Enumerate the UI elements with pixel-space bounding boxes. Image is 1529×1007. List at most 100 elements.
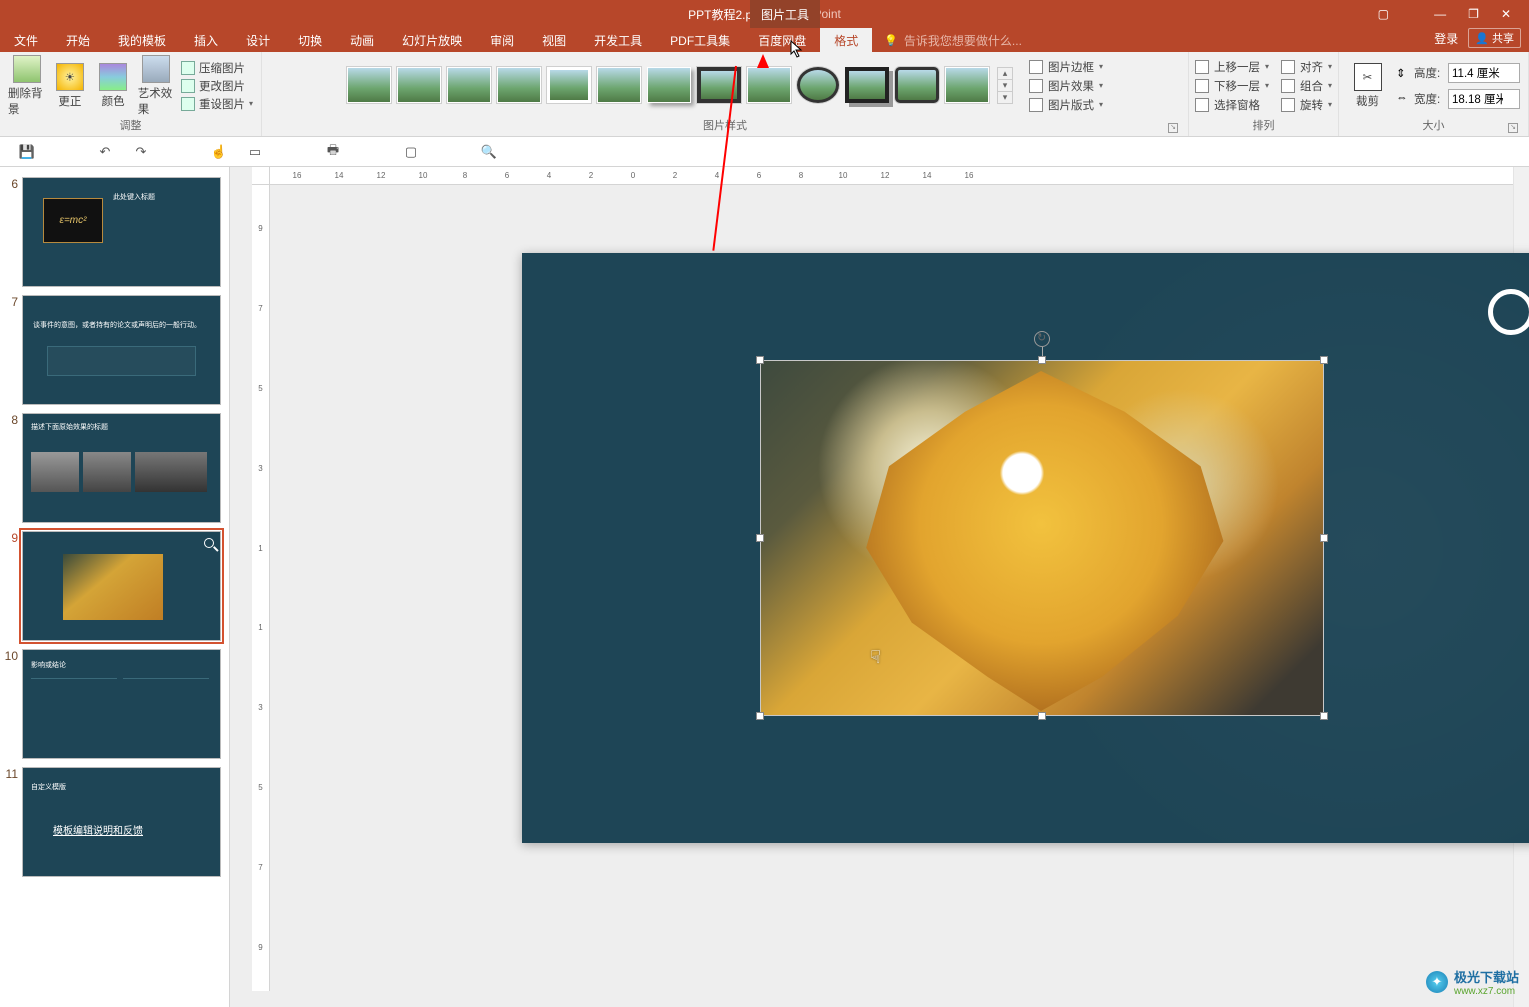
group-label-size: 大小↘ [1347,117,1520,136]
picture-layout-button[interactable]: 图片版式▾ [1029,97,1103,113]
dialog-launcher[interactable]: ↘ [1508,123,1518,133]
thumbnail-8[interactable]: 8 描述下面原始效果的标题 [0,409,229,527]
thumbnail-11[interactable]: 11 自定义模版 模板编辑说明和反馈 [0,763,229,881]
tab-baidu-disk[interactable]: 百度网盘 [744,28,820,52]
thumbnail-6[interactable]: 6 ε=mc² 此处键入标题 [0,173,229,291]
style-thumb-2[interactable] [397,67,441,103]
resize-handle-bl[interactable] [756,712,764,720]
style-thumb-4[interactable] [497,67,541,103]
tab-pdf-tools[interactable]: PDF工具集 [656,28,744,52]
tab-my-templates[interactable]: 我的模板 [104,28,180,52]
style-thumb-9[interactable] [747,67,791,103]
watermark-url: www.xz7.com [1454,986,1519,997]
thumbnail-slide: 描述下面原始效果的标题 [22,413,221,523]
crop-button[interactable]: ✂ 裁剪 [1347,63,1388,109]
tab-design[interactable]: 设计 [232,28,284,52]
resize-handle-tl[interactable] [756,356,764,364]
tab-transition[interactable]: 切换 [284,28,336,52]
ribbon: 删除背景 ☀ 更正 颜色 艺术效果 压缩图片 更改图片 重设图片▾ 调整 [0,52,1529,137]
picture-border-button[interactable]: 图片边框▾ [1029,59,1103,75]
tab-developer[interactable]: 开发工具 [580,28,656,52]
tab-slideshow[interactable]: 幻灯片放映 [388,28,476,52]
rotate-button[interactable]: 旋转▾ [1281,97,1332,113]
thumbnail-slide: 谈事件的意图，或者持有的论文或声明后的一般行动。 [22,295,221,405]
style-thumb-3[interactable] [447,67,491,103]
resize-handle-ml[interactable] [756,534,764,542]
artistic-effects-button[interactable]: 艺术效果 [138,55,175,117]
align-button[interactable]: 对齐▾ [1281,59,1332,75]
slide-canvas[interactable]: 9 [522,253,1529,843]
tab-file[interactable]: 文件 [0,28,52,52]
style-thumb-10[interactable] [797,67,839,103]
login-link[interactable]: 登录 [1434,30,1458,47]
tell-me-search[interactable]: 💡 告诉我您想要做什么... [884,28,1022,52]
qat-touch-mode[interactable]: ☝ [210,143,228,161]
style-thumb-1[interactable] [347,67,391,103]
qat-slideshow[interactable]: ▢ [402,143,420,161]
tab-insert[interactable]: 插入 [180,28,232,52]
save-button[interactable]: 💾 [18,143,36,161]
selected-picture[interactable] [760,360,1324,716]
style-thumb-6[interactable] [597,67,641,103]
send-backward-button[interactable]: 下移一层▾ [1195,78,1269,94]
tab-home[interactable]: 开始 [52,28,104,52]
color-button[interactable]: 颜色 [95,63,132,109]
group-picture-styles: ▴ ▾ ▾ 图片边框▾ 图片效果▾ 图片版式▾ 图片样式↘ [262,52,1189,136]
ribbon-display-options[interactable]: ▢ [1378,7,1389,21]
gallery-up-button[interactable]: ▴ [998,68,1012,80]
tell-me-placeholder: 告诉我您想要做什么... [904,32,1022,49]
lightbulb-icon: 💡 [884,34,898,47]
qat-start-from-beginning[interactable]: ▭ [246,143,264,161]
tab-review[interactable]: 审阅 [476,28,528,52]
style-thumb-5[interactable] [547,67,591,103]
height-input[interactable] [1448,63,1520,83]
resize-handle-tm[interactable] [1038,356,1046,364]
style-thumb-12[interactable] [895,67,939,103]
style-thumb-11[interactable] [845,67,889,103]
resize-handle-mr[interactable] [1320,534,1328,542]
corrections-button[interactable]: ☀ 更正 [51,63,88,109]
resize-handle-bm[interactable] [1038,712,1046,720]
gallery-more-button[interactable]: ▾ [998,92,1012,103]
minimize-button[interactable]: — [1434,7,1446,21]
tab-animation[interactable]: 动画 [336,28,388,52]
bring-forward-button[interactable]: 上移一层▾ [1195,59,1269,75]
style-thumb-13[interactable] [945,67,989,103]
reset-picture-button[interactable]: 重设图片▾ [181,96,253,112]
backward-icon [1195,79,1209,93]
width-label: 宽度: [1414,91,1444,107]
leaf-photo [761,361,1323,715]
thumbnail-9[interactable]: 9 [0,527,229,645]
style-thumb-8[interactable] [697,67,741,103]
slide-thumbnails-pane[interactable]: 6 ε=mc² 此处键入标题 7 谈事件的意图，或者持有的论文或声明后的一般行动… [0,167,230,1007]
resize-handle-tr[interactable] [1320,356,1328,364]
qat-print-preview[interactable]: 🖶 [324,143,342,161]
share-button[interactable]: 👤 共享 [1468,28,1521,48]
tab-view[interactable]: 视图 [528,28,580,52]
reset-icon [181,97,195,111]
style-thumb-7[interactable] [647,67,691,103]
redo-button[interactable]: ↷ [132,143,150,161]
width-input[interactable] [1448,89,1520,109]
close-button[interactable]: ✕ [1501,7,1511,21]
rotation-handle[interactable] [1034,331,1050,347]
tab-format[interactable]: 格式 [820,28,872,52]
compress-picture-button[interactable]: 压缩图片 [181,60,253,76]
effects-icon [1029,79,1043,93]
selection-pane-button[interactable]: 选择窗格 [1195,97,1269,113]
resize-handle-br[interactable] [1320,712,1328,720]
remove-background-button[interactable]: 删除背景 [8,55,45,117]
restore-button[interactable]: ❐ [1468,7,1479,21]
group-objects-button[interactable]: 组合▾ [1281,78,1332,94]
qat-spellcheck[interactable]: 🔍 [480,143,498,161]
thumbnail-7[interactable]: 7 谈事件的意图，或者持有的论文或声明后的一般行动。 [0,291,229,409]
change-picture-button[interactable]: 更改图片 [181,78,253,94]
group-label-arrange: 排列 [1197,117,1330,136]
vertical-ruler[interactable]: 9753113579 [252,185,270,991]
gallery-down-button[interactable]: ▾ [998,80,1012,92]
picture-effects-button[interactable]: 图片效果▾ [1029,78,1103,94]
thumbnail-10[interactable]: 10 影响或结论 [0,645,229,763]
horizontal-ruler[interactable]: 1614121086420246810121416 [270,167,1513,185]
undo-button[interactable]: ↶ [96,143,114,161]
dialog-launcher[interactable]: ↘ [1168,123,1178,133]
